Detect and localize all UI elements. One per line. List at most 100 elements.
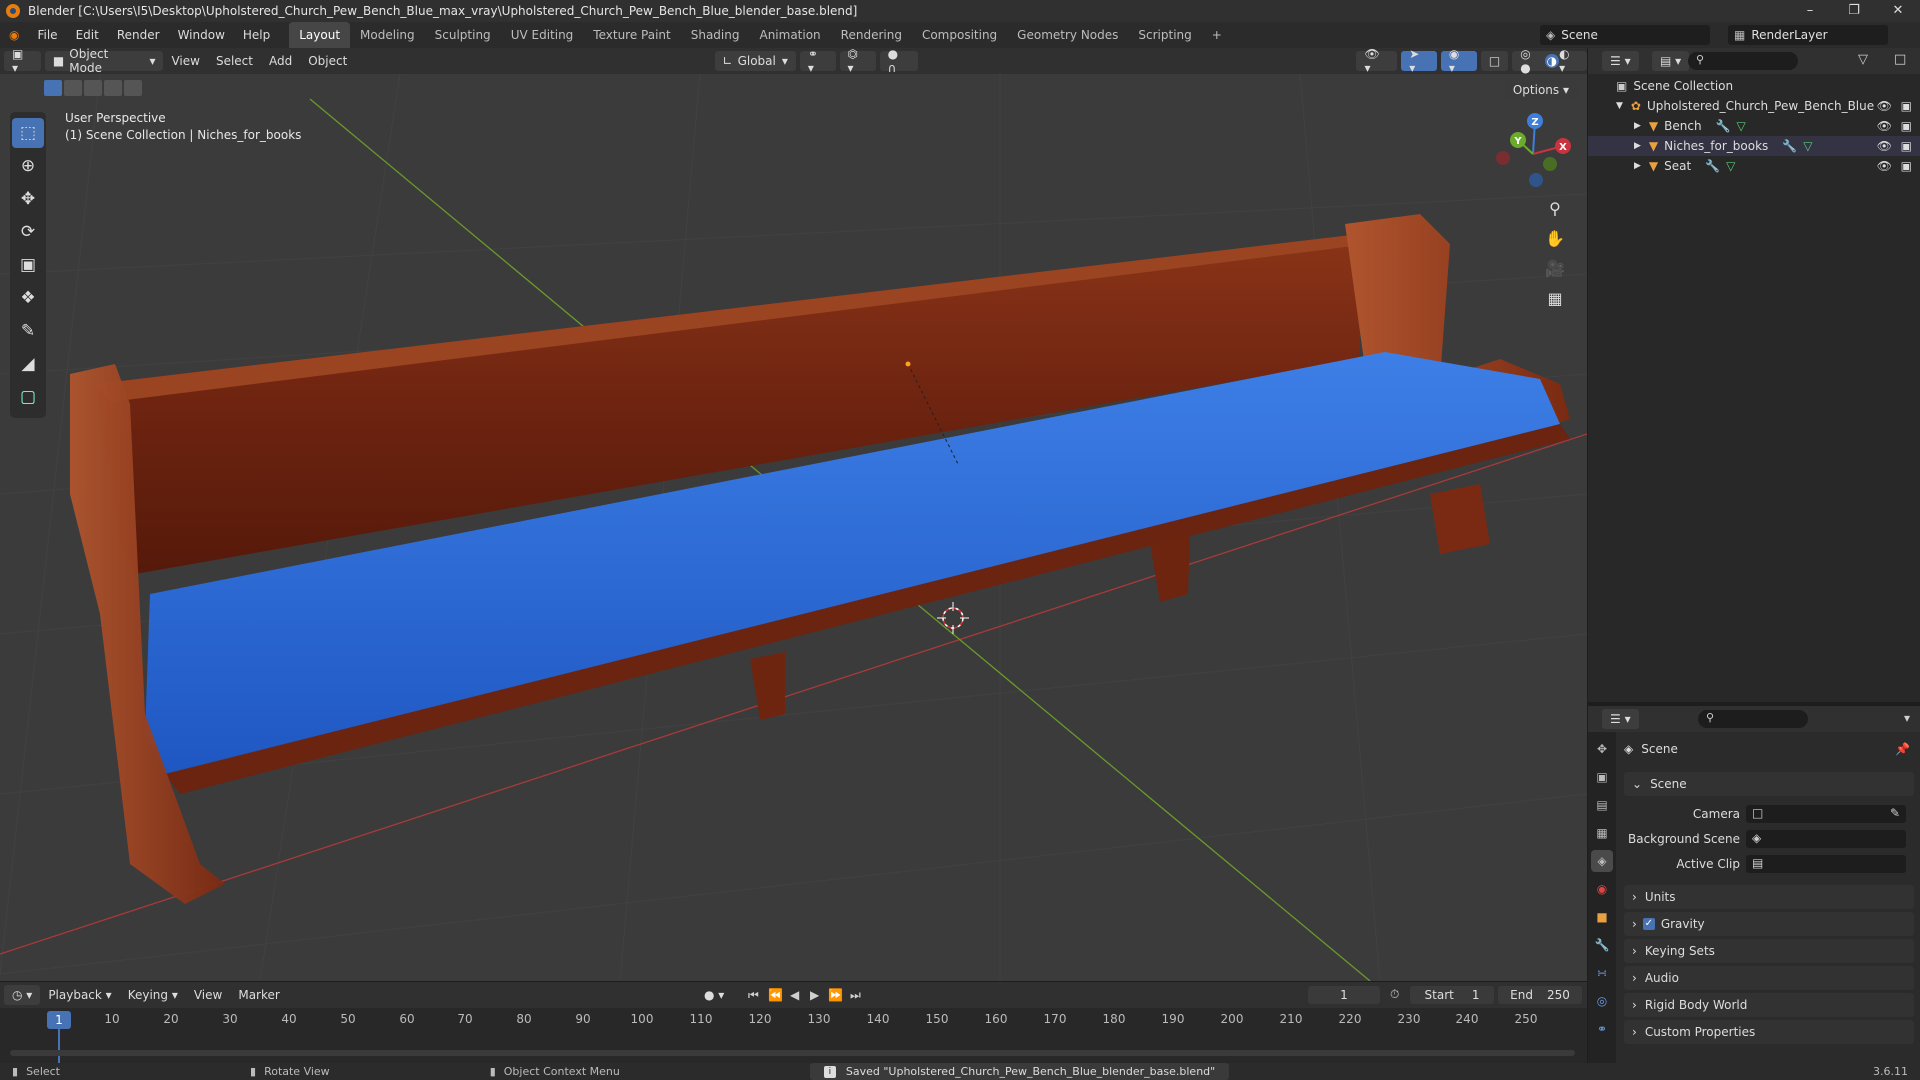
viewport-menu-view[interactable]: View: [163, 54, 207, 68]
3d-viewport[interactable]: Z X Y ⬚ ⊕ ✥ ⟳ ▣ ❖ ✎ ◢ ▢ User Perspective…: [0, 74, 1587, 981]
perspective-toggle-icon[interactable]: ▦: [1541, 284, 1569, 312]
blender-menu-icon[interactable]: ◉: [0, 22, 28, 48]
select-subtract-icon[interactable]: [84, 80, 102, 96]
cursor-tool-icon[interactable]: ⊕: [12, 151, 44, 181]
select-box-tool-icon[interactable]: ⬚: [12, 118, 44, 148]
tab-texture-paint[interactable]: Texture Paint: [583, 22, 680, 48]
start-frame-field[interactable]: Start 1: [1410, 986, 1494, 1004]
outliner-search-input[interactable]: ⚲: [1688, 52, 1798, 70]
transform-orientation[interactable]: ∟ Global ▾: [714, 51, 796, 71]
scene-selector[interactable]: ◈ Scene: [1540, 25, 1710, 45]
outliner-display-mode[interactable]: ▤ ▾: [1652, 51, 1690, 71]
tab-shading[interactable]: Shading: [681, 22, 750, 48]
camera-view-icon[interactable]: 🎥: [1541, 254, 1569, 282]
viewport-menu-object[interactable]: Object: [300, 54, 355, 68]
outliner-item-bench[interactable]: ▶ ▼ Bench 🔧 ▽ 👁 ▣: [1588, 116, 1920, 136]
proportional-edit-toggle[interactable]: ● ∩: [879, 47, 919, 75]
render-tab-icon[interactable]: ▣: [1591, 766, 1613, 788]
keying-sets-panel[interactable]: › Keying Sets: [1624, 939, 1914, 963]
timeline-menu-marker[interactable]: Marker: [230, 988, 287, 1002]
outliner-collection-row[interactable]: ▼ ✿ Upholstered_Church_Pew_Bench_Blue 👁 …: [1588, 96, 1920, 116]
menu-help[interactable]: Help: [234, 22, 279, 48]
menu-edit[interactable]: Edit: [67, 22, 108, 48]
zoom-icon[interactable]: ⚲: [1541, 194, 1569, 222]
timeline-scrollbar[interactable]: [10, 1050, 1575, 1056]
eyedropper-icon[interactable]: ✎: [1890, 806, 1900, 820]
jump-start-icon[interactable]: ⏮: [748, 988, 759, 1003]
minimize-icon[interactable]: –: [1788, 0, 1832, 22]
navigation-gizmo[interactable]: Z X Y: [1496, 113, 1571, 187]
tab-geometry-nodes[interactable]: Geometry Nodes: [1007, 22, 1128, 48]
pan-hand-icon[interactable]: ✋: [1541, 224, 1569, 252]
properties-editor-type[interactable]: ☰ ▾: [1602, 709, 1639, 729]
properties-search-input[interactable]: ⚲: [1698, 710, 1808, 728]
modifier-tab-icon[interactable]: 🔧: [1591, 934, 1613, 956]
eye-icon[interactable]: 👁: [1877, 139, 1892, 153]
tool-tab-icon[interactable]: ✥: [1591, 738, 1613, 760]
annotate-tool-icon[interactable]: ✎: [12, 316, 44, 346]
outliner-editor-type[interactable]: ☰ ▾: [1602, 51, 1639, 71]
object-tab-icon[interactable]: ■: [1591, 906, 1613, 928]
rigid-body-world-panel[interactable]: › Rigid Body World: [1624, 993, 1914, 1017]
play-icon[interactable]: ▶: [810, 988, 819, 1002]
scale-tool-icon[interactable]: ▣: [12, 250, 44, 280]
timeline-menu-view[interactable]: View: [186, 988, 230, 1002]
viewport-menu-select[interactable]: Select: [208, 54, 261, 68]
select-intersect-icon[interactable]: [124, 80, 142, 96]
particles-tab-icon[interactable]: ∺: [1591, 962, 1613, 984]
properties-options-chevron-icon[interactable]: ▾: [1904, 711, 1910, 725]
overlay-toggle[interactable]: ◉ ▾: [1440, 47, 1477, 75]
xray-toggle[interactable]: □: [1480, 51, 1509, 71]
units-panel[interactable]: › Units: [1624, 885, 1914, 909]
camera-render-icon[interactable]: ▣: [1901, 119, 1912, 133]
collapse-chevron-icon[interactable]: ▶: [1634, 141, 1641, 151]
expand-chevron-icon[interactable]: ▼: [1616, 101, 1623, 111]
current-frame-marker[interactable]: 1: [47, 1011, 71, 1029]
viewport-menu-add[interactable]: Add: [261, 54, 300, 68]
tab-sculpting[interactable]: Sculpting: [425, 22, 501, 48]
jump-end-icon[interactable]: ⏭: [850, 988, 861, 1003]
camera-field[interactable]: □ ✎: [1746, 805, 1906, 823]
outliner-scene-collection[interactable]: ▣ Scene Collection: [1588, 76, 1920, 96]
collapse-chevron-icon[interactable]: ▶: [1634, 161, 1641, 171]
render-layer-selector[interactable]: ▦ RenderLayer: [1728, 25, 1888, 45]
next-keyframe-icon[interactable]: ⏩: [828, 988, 843, 1002]
eye-icon[interactable]: 👁: [1877, 159, 1892, 173]
timeline-menu-keying[interactable]: Keying ▾: [120, 988, 186, 1002]
scene-tab-icon[interactable]: ◈: [1591, 850, 1613, 872]
options-button[interactable]: Options ▾: [1504, 80, 1577, 100]
tab-uv-editing[interactable]: UV Editing: [501, 22, 584, 48]
gizmo-toggle[interactable]: ➤ ▾: [1401, 47, 1437, 75]
eye-icon[interactable]: 👁: [1877, 99, 1892, 113]
new-collection-icon[interactable]: □: [1894, 52, 1906, 67]
select-invert-icon[interactable]: [104, 80, 122, 96]
add-workspace-button[interactable]: +: [1202, 22, 1232, 48]
world-tab-icon[interactable]: ◉: [1591, 878, 1613, 900]
scene-section-header[interactable]: ⌄ Scene: [1624, 772, 1914, 796]
transform-tool-icon[interactable]: ❖: [12, 283, 44, 313]
editor-type-button[interactable]: ▣ ▾: [4, 47, 41, 75]
gravity-checkbox[interactable]: ✓: [1642, 918, 1655, 930]
view-layer-tab-icon[interactable]: ▦: [1591, 822, 1613, 844]
end-frame-field[interactable]: End 250: [1498, 986, 1582, 1004]
background-scene-field[interactable]: ◈: [1746, 830, 1906, 848]
tab-scripting[interactable]: Scripting: [1128, 22, 1201, 48]
active-clip-field[interactable]: ▤: [1746, 855, 1906, 873]
collapse-chevron-icon[interactable]: ▶: [1634, 121, 1641, 131]
select-new-icon[interactable]: [44, 80, 62, 96]
play-reverse-icon[interactable]: ◀: [790, 988, 799, 1002]
measure-tool-icon[interactable]: ◢: [12, 349, 44, 379]
custom-properties-panel[interactable]: › Custom Properties: [1624, 1020, 1914, 1044]
menu-file[interactable]: File: [28, 22, 66, 48]
select-extend-icon[interactable]: [64, 80, 82, 96]
move-tool-icon[interactable]: ✥: [12, 184, 44, 214]
camera-render-icon[interactable]: ▣: [1901, 99, 1912, 113]
record-icon[interactable]: ● ▾: [704, 988, 724, 1002]
physics-tab-icon[interactable]: ◎: [1591, 990, 1613, 1012]
prev-keyframe-icon[interactable]: ⏪: [768, 988, 783, 1002]
gravity-panel[interactable]: › ✓ Gravity: [1624, 912, 1914, 936]
audio-panel[interactable]: › Audio: [1624, 966, 1914, 990]
snap-toggle[interactable]: ⏣ ▾: [839, 47, 876, 75]
outliner-item-niches[interactable]: ▶ ▼ Niches_for_books 🔧 ▽ 👁 ▣: [1588, 136, 1920, 156]
tab-compositing[interactable]: Compositing: [912, 22, 1007, 48]
